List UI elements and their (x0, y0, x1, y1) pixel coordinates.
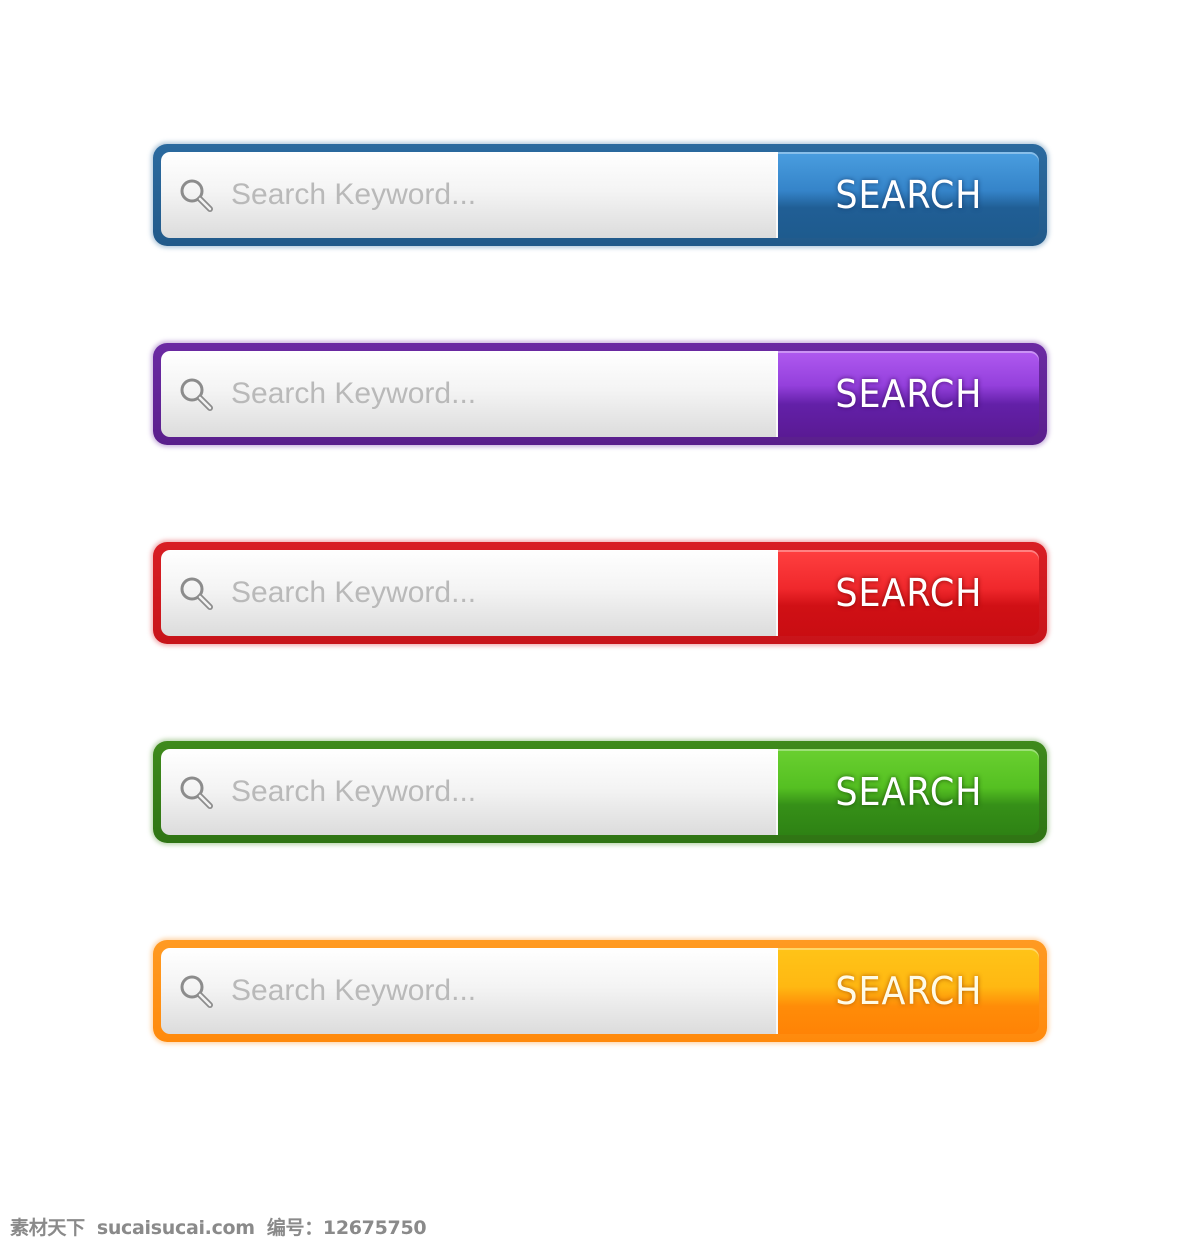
search-icon (180, 378, 213, 411)
search-input[interactable] (231, 948, 766, 1034)
search-input[interactable] (231, 550, 766, 636)
watermark-domain: sucaisucai.com (96, 1217, 255, 1239)
search-button[interactable]: SEARCH (778, 948, 1039, 1034)
search-icon (180, 975, 213, 1008)
search-field-container (161, 152, 778, 238)
search-field-container (161, 550, 778, 636)
search-button[interactable]: SEARCH (778, 152, 1039, 238)
search-bar-red: SEARCH (153, 542, 1047, 644)
search-button[interactable]: SEARCH (778, 749, 1039, 835)
search-icon (180, 179, 213, 212)
search-field-container (161, 948, 778, 1034)
watermark: 素材天下 sucaisucai.com 编号：12675750 (10, 1213, 438, 1240)
search-button-label: SEARCH (835, 372, 982, 416)
search-button-label: SEARCH (835, 173, 982, 217)
search-icon (180, 776, 213, 809)
search-button[interactable]: SEARCH (778, 351, 1039, 437)
search-button-label: SEARCH (835, 571, 982, 615)
search-bar-orange: SEARCH (153, 940, 1047, 1042)
search-bar-blue: SEARCH (153, 144, 1047, 246)
search-button-label: SEARCH (835, 770, 982, 814)
search-input[interactable] (231, 351, 766, 437)
search-button-label: SEARCH (835, 969, 982, 1013)
watermark-id-value: 12675750 (322, 1217, 427, 1239)
search-bar-purple: SEARCH (153, 343, 1047, 445)
search-bar-green: SEARCH (153, 741, 1047, 843)
watermark-id-label: 编号： (266, 1217, 323, 1239)
watermark-site-name: 素材天下 (10, 1217, 85, 1239)
search-field-container (161, 749, 778, 835)
search-field-container (161, 351, 778, 437)
search-button[interactable]: SEARCH (778, 550, 1039, 636)
search-input[interactable] (231, 152, 766, 238)
search-icon (180, 577, 213, 610)
search-input[interactable] (231, 749, 766, 835)
